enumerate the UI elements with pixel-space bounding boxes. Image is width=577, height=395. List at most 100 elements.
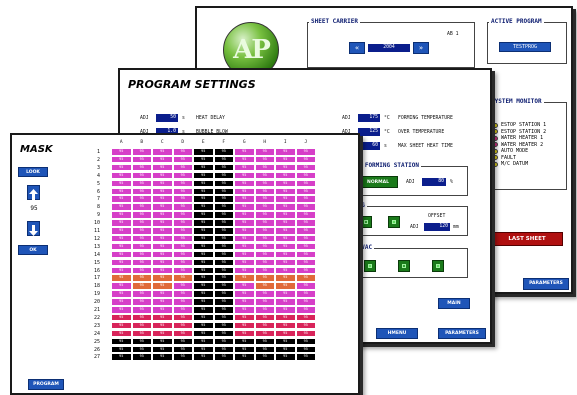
- mask-cell[interactable]: 95: [153, 172, 172, 179]
- field-value-input[interactable]: 60: [358, 142, 380, 150]
- mask-cell[interactable]: 95: [112, 307, 131, 313]
- mask-cell[interactable]: 95: [214, 220, 233, 226]
- mask-cell[interactable]: 95: [173, 243, 192, 250]
- mask-cell[interactable]: 95: [255, 291, 274, 297]
- mask-cell[interactable]: 95: [214, 275, 233, 281]
- mask-cell[interactable]: 95: [255, 164, 274, 171]
- mask-cell[interactable]: 95: [296, 275, 315, 281]
- hmenu-button[interactable]: HMENU: [376, 328, 418, 339]
- mask-cell[interactable]: 95: [235, 322, 254, 329]
- mask-cell[interactable]: 95: [255, 322, 274, 329]
- mask-cell[interactable]: 95: [296, 235, 315, 242]
- mask-cell[interactable]: 95: [173, 164, 192, 171]
- mask-cell[interactable]: 95: [214, 322, 233, 329]
- mask-cell[interactable]: 95: [173, 291, 192, 297]
- mask-cell[interactable]: 95: [214, 156, 233, 163]
- mask-cell[interactable]: 95: [276, 299, 295, 305]
- mask-cell[interactable]: 95: [112, 275, 131, 281]
- mask-cell[interactable]: 95: [296, 283, 315, 289]
- mask-cell[interactable]: 95: [153, 267, 172, 273]
- mask-cell[interactable]: 95: [194, 322, 213, 329]
- mask-cell[interactable]: 95: [235, 338, 254, 345]
- mask-cell[interactable]: 95: [153, 291, 172, 297]
- mask-cell[interactable]: 95: [132, 156, 151, 163]
- mask-cell[interactable]: 95: [276, 149, 295, 155]
- mask-cell[interactable]: 95: [255, 156, 274, 163]
- program-button[interactable]: PROGRAM: [28, 379, 64, 390]
- mask-cell[interactable]: 95: [112, 188, 131, 194]
- field-value-input[interactable]: 50: [156, 114, 178, 122]
- forming-value[interactable]: 80: [422, 178, 446, 186]
- field-value-input[interactable]: 125: [358, 128, 380, 136]
- mask-cell[interactable]: 95: [153, 283, 172, 289]
- mask-cell[interactable]: 95: [132, 204, 151, 210]
- mask-cell[interactable]: 95: [276, 196, 295, 202]
- mask-cell[interactable]: 95: [132, 220, 151, 226]
- mask-cell[interactable]: 95: [276, 164, 295, 171]
- mask-cell[interactable]: 95: [296, 156, 315, 163]
- mask-cell[interactable]: 95: [235, 299, 254, 305]
- mask-cell[interactable]: 95: [132, 228, 151, 234]
- mask-cell[interactable]: 95: [132, 188, 151, 194]
- mask-cell[interactable]: 95: [276, 267, 295, 273]
- mask-cell[interactable]: 95: [214, 283, 233, 289]
- mask-cell[interactable]: 95: [194, 307, 213, 313]
- mask-cell[interactable]: 95: [214, 149, 233, 155]
- mask-cell[interactable]: 95: [153, 346, 172, 352]
- mask-cell[interactable]: 95: [173, 314, 192, 321]
- mask-cell[interactable]: 95: [276, 172, 295, 179]
- mask-cell[interactable]: 95: [112, 212, 131, 218]
- mask-cell[interactable]: 95: [255, 275, 274, 281]
- mask-cell[interactable]: 95: [194, 283, 213, 289]
- offset-toggle-b[interactable]: [388, 216, 400, 228]
- mask-cell[interactable]: 95: [255, 243, 274, 250]
- mask-cell[interactable]: 95: [132, 212, 151, 218]
- mask-cell[interactable]: 95: [255, 204, 274, 210]
- mask-cell[interactable]: 95: [173, 220, 192, 226]
- mask-cell[interactable]: 95: [276, 243, 295, 250]
- mask-cell[interactable]: 95: [194, 204, 213, 210]
- mask-cell[interactable]: 95: [112, 235, 131, 242]
- mask-cell[interactable]: 95: [173, 322, 192, 329]
- mask-cell[interactable]: 95: [276, 204, 295, 210]
- mask-cell[interactable]: 95: [153, 228, 172, 234]
- mask-cell[interactable]: 95: [276, 212, 295, 218]
- mask-cell[interactable]: 95: [296, 196, 315, 202]
- mask-cell[interactable]: 95: [214, 228, 233, 234]
- mask-cell[interactable]: 95: [173, 188, 192, 194]
- mask-cell[interactable]: 95: [255, 212, 274, 218]
- mask-cell[interactable]: 95: [194, 196, 213, 202]
- mask-cell[interactable]: 95: [214, 204, 233, 210]
- mask-cell[interactable]: 95: [214, 346, 233, 352]
- mask-cell[interactable]: 95: [194, 228, 213, 234]
- mask-cell[interactable]: 95: [173, 267, 192, 273]
- mask-cell[interactable]: 95: [112, 220, 131, 226]
- mask-cell[interactable]: 95: [112, 156, 131, 163]
- carrier-value[interactable]: 2004: [368, 44, 410, 52]
- mask-cell[interactable]: 95: [214, 354, 233, 360]
- mask-cell[interactable]: 95: [235, 172, 254, 179]
- mask-cell[interactable]: 95: [214, 251, 233, 258]
- mask-cell[interactable]: 95: [194, 212, 213, 218]
- mask-cell[interactable]: 95: [112, 299, 131, 305]
- mask-cell[interactable]: 95: [194, 314, 213, 321]
- mask-cell[interactable]: 95: [214, 330, 233, 337]
- mask-cell[interactable]: 95: [153, 196, 172, 202]
- mask-cell[interactable]: 95: [276, 156, 295, 163]
- mask-cell[interactable]: 95: [194, 188, 213, 194]
- mask-cell[interactable]: 95: [194, 275, 213, 281]
- mask-cell[interactable]: 95: [194, 156, 213, 163]
- mask-cell[interactable]: 95: [255, 307, 274, 313]
- carrier-parameters-button[interactable]: PARAMETERS: [523, 278, 569, 290]
- mask-cell[interactable]: 95: [255, 283, 274, 289]
- offset-value[interactable]: 120: [424, 223, 450, 231]
- mask-cell[interactable]: 95: [173, 235, 192, 242]
- mask-cell[interactable]: 95: [112, 180, 131, 187]
- mask-cell[interactable]: 95: [153, 204, 172, 210]
- mask-cell[interactable]: 95: [132, 291, 151, 297]
- mask-cell[interactable]: 95: [112, 267, 131, 273]
- mask-cell[interactable]: 95: [235, 220, 254, 226]
- program-parameters-button[interactable]: PARAMETERS: [438, 328, 486, 339]
- mask-cell[interactable]: 95: [112, 228, 131, 234]
- arrow-up-button[interactable]: [27, 185, 40, 200]
